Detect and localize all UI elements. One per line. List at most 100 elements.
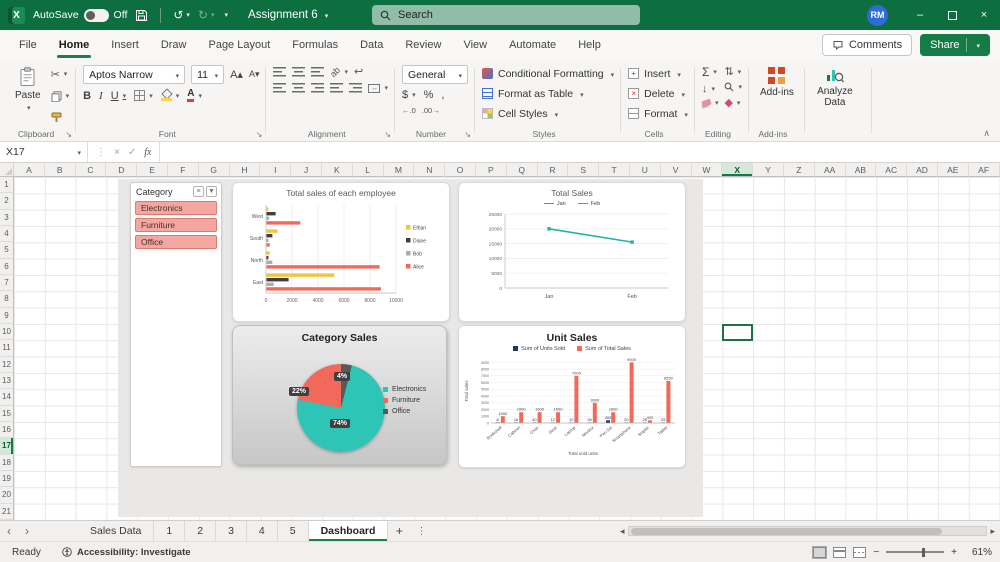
active-cell[interactable] xyxy=(722,324,753,341)
column-header-R[interactable]: R xyxy=(538,163,569,177)
orientation-button[interactable]: ab xyxy=(330,67,348,77)
column-header-V[interactable]: V xyxy=(661,163,692,177)
italic-button[interactable]: I xyxy=(99,90,103,102)
scroll-right-button[interactable] xyxy=(990,526,995,537)
column-header-AC[interactable]: AC xyxy=(876,163,907,177)
column-header-G[interactable]: G xyxy=(199,163,230,177)
column-header-X[interactable]: X xyxy=(722,163,753,177)
row-header-7[interactable]: 7 xyxy=(0,275,14,291)
sort-filter-button[interactable] xyxy=(724,65,742,78)
row-header-16[interactable]: 16 xyxy=(0,422,14,438)
slicer-clear-filter-button[interactable]: ▼ xyxy=(206,186,217,197)
sheet-options-button[interactable] xyxy=(416,521,426,541)
borders-button[interactable] xyxy=(134,90,153,101)
column-header-D[interactable]: D xyxy=(106,163,137,177)
zoom-slider[interactable] xyxy=(886,551,944,553)
collapse-ribbon-button[interactable] xyxy=(983,128,990,139)
column-header-B[interactable]: B xyxy=(45,163,76,177)
fill-color-button[interactable] xyxy=(161,90,180,101)
prev-sheet-button[interactable] xyxy=(0,521,18,541)
sheet-tab-4[interactable]: 4 xyxy=(247,521,278,541)
row-header-14[interactable]: 14 xyxy=(0,389,14,405)
decrease-decimal-button[interactable] xyxy=(422,106,440,115)
zoom-slider-thumb[interactable] xyxy=(922,548,925,557)
sheet-tab-dashboard[interactable]: Dashboard xyxy=(309,521,389,541)
format-cells-button[interactable]: Format xyxy=(628,105,688,122)
comma-style-button[interactable]: , xyxy=(441,89,444,101)
autosum-button[interactable]: Σ xyxy=(702,65,719,79)
accessibility-status[interactable]: Accessibility: Investigate xyxy=(62,547,191,558)
autosave-switch[interactable] xyxy=(84,9,109,22)
format-painter-button[interactable] xyxy=(51,112,70,123)
formula-bar-handle[interactable] xyxy=(96,147,106,158)
account-avatar[interactable]: RM xyxy=(867,5,888,26)
menu-tab-insert[interactable]: Insert xyxy=(100,30,150,60)
column-header-AF[interactable]: AF xyxy=(969,163,1000,177)
sensitivity-button[interactable] xyxy=(724,96,742,109)
row-header-21[interactable]: 21 xyxy=(0,504,14,520)
view-normal-button[interactable] xyxy=(813,547,826,558)
column-header-AE[interactable]: AE xyxy=(938,163,969,177)
row-header-4[interactable]: 4 xyxy=(0,226,14,242)
delete-cells-button[interactable]: ×Delete xyxy=(628,85,688,102)
column-header-N[interactable]: N xyxy=(414,163,445,177)
align-center-button[interactable] xyxy=(292,83,305,93)
column-header-Z[interactable]: Z xyxy=(784,163,815,177)
bold-button[interactable]: B xyxy=(83,90,91,102)
analyze-data-button[interactable]: Analyze Data xyxy=(812,65,858,126)
column-header-E[interactable]: E xyxy=(137,163,168,177)
save-button[interactable] xyxy=(135,9,148,22)
column-header-J[interactable]: J xyxy=(291,163,322,177)
undo-button[interactable] xyxy=(173,8,190,22)
view-page-break-button[interactable] xyxy=(853,547,866,558)
column-header-O[interactable]: O xyxy=(445,163,476,177)
column-header-AB[interactable]: AB xyxy=(846,163,877,177)
increase-indent-button[interactable] xyxy=(349,83,362,93)
row-header-9[interactable]: 9 xyxy=(0,308,14,324)
scrollbar-thumb[interactable] xyxy=(631,528,942,535)
scroll-left-button[interactable] xyxy=(620,526,625,537)
sheet-tab-sales-data[interactable]: Sales Data xyxy=(78,521,154,541)
align-right-button[interactable] xyxy=(311,83,324,93)
total-sales-chart[interactable]: Total Sales JanFeb 050001000015000200002… xyxy=(458,182,686,322)
row-header-1[interactable]: 1 xyxy=(0,177,14,193)
row-header-20[interactable]: 20 xyxy=(0,487,14,503)
confirm-entry-button[interactable] xyxy=(128,147,136,158)
format-as-table-button[interactable]: Format as Table xyxy=(482,85,614,102)
cancel-entry-button[interactable] xyxy=(114,147,120,158)
fill-button[interactable] xyxy=(702,83,719,95)
category-sales-chart[interactable]: Category Sales ElectronicsFurnitureOffic… xyxy=(232,325,447,465)
wrap-text-button[interactable] xyxy=(354,65,363,78)
employee-sales-chart[interactable]: Total sales of each employee 02000400060… xyxy=(232,182,450,322)
column-header-K[interactable]: K xyxy=(322,163,353,177)
menu-tab-formulas[interactable]: Formulas xyxy=(281,30,349,60)
menu-tab-page-layout[interactable]: Page Layout xyxy=(197,30,281,60)
document-title[interactable]: Assignment 6 xyxy=(248,9,328,21)
column-header-W[interactable]: W xyxy=(692,163,723,177)
menu-tab-automate[interactable]: Automate xyxy=(498,30,567,60)
addins-button[interactable]: Add-ins xyxy=(756,65,798,126)
column-header-AD[interactable]: AD xyxy=(907,163,938,177)
copy-button[interactable] xyxy=(51,91,70,102)
align-left-button[interactable] xyxy=(273,83,286,93)
sheet-tab-5[interactable]: 5 xyxy=(278,521,309,541)
column-header-A[interactable]: A xyxy=(14,163,45,177)
new-sheet-button[interactable]: + xyxy=(388,521,410,541)
column-header-S[interactable]: S xyxy=(568,163,599,177)
next-sheet-button[interactable] xyxy=(18,521,36,541)
shrink-font-button[interactable]: A▾ xyxy=(249,69,260,80)
zoom-level[interactable]: 61% xyxy=(964,547,992,558)
row-header-8[interactable]: 8 xyxy=(0,291,14,307)
column-header-U[interactable]: U xyxy=(630,163,661,177)
column-header-I[interactable]: I xyxy=(260,163,291,177)
menu-tab-review[interactable]: Review xyxy=(394,30,452,60)
minimize-button[interactable]: – xyxy=(904,0,936,30)
menu-tab-help[interactable]: Help xyxy=(567,30,612,60)
alignment-dialog-launcher[interactable] xyxy=(384,130,391,139)
number-format-select[interactable]: General xyxy=(402,65,468,84)
row-header-2[interactable]: 2 xyxy=(0,193,14,209)
sheet-tab-2[interactable]: 2 xyxy=(185,521,216,541)
row-header-11[interactable]: 11 xyxy=(0,340,14,356)
insert-function-button[interactable]: fx xyxy=(144,147,151,158)
zoom-out-button[interactable]: − xyxy=(873,547,879,558)
